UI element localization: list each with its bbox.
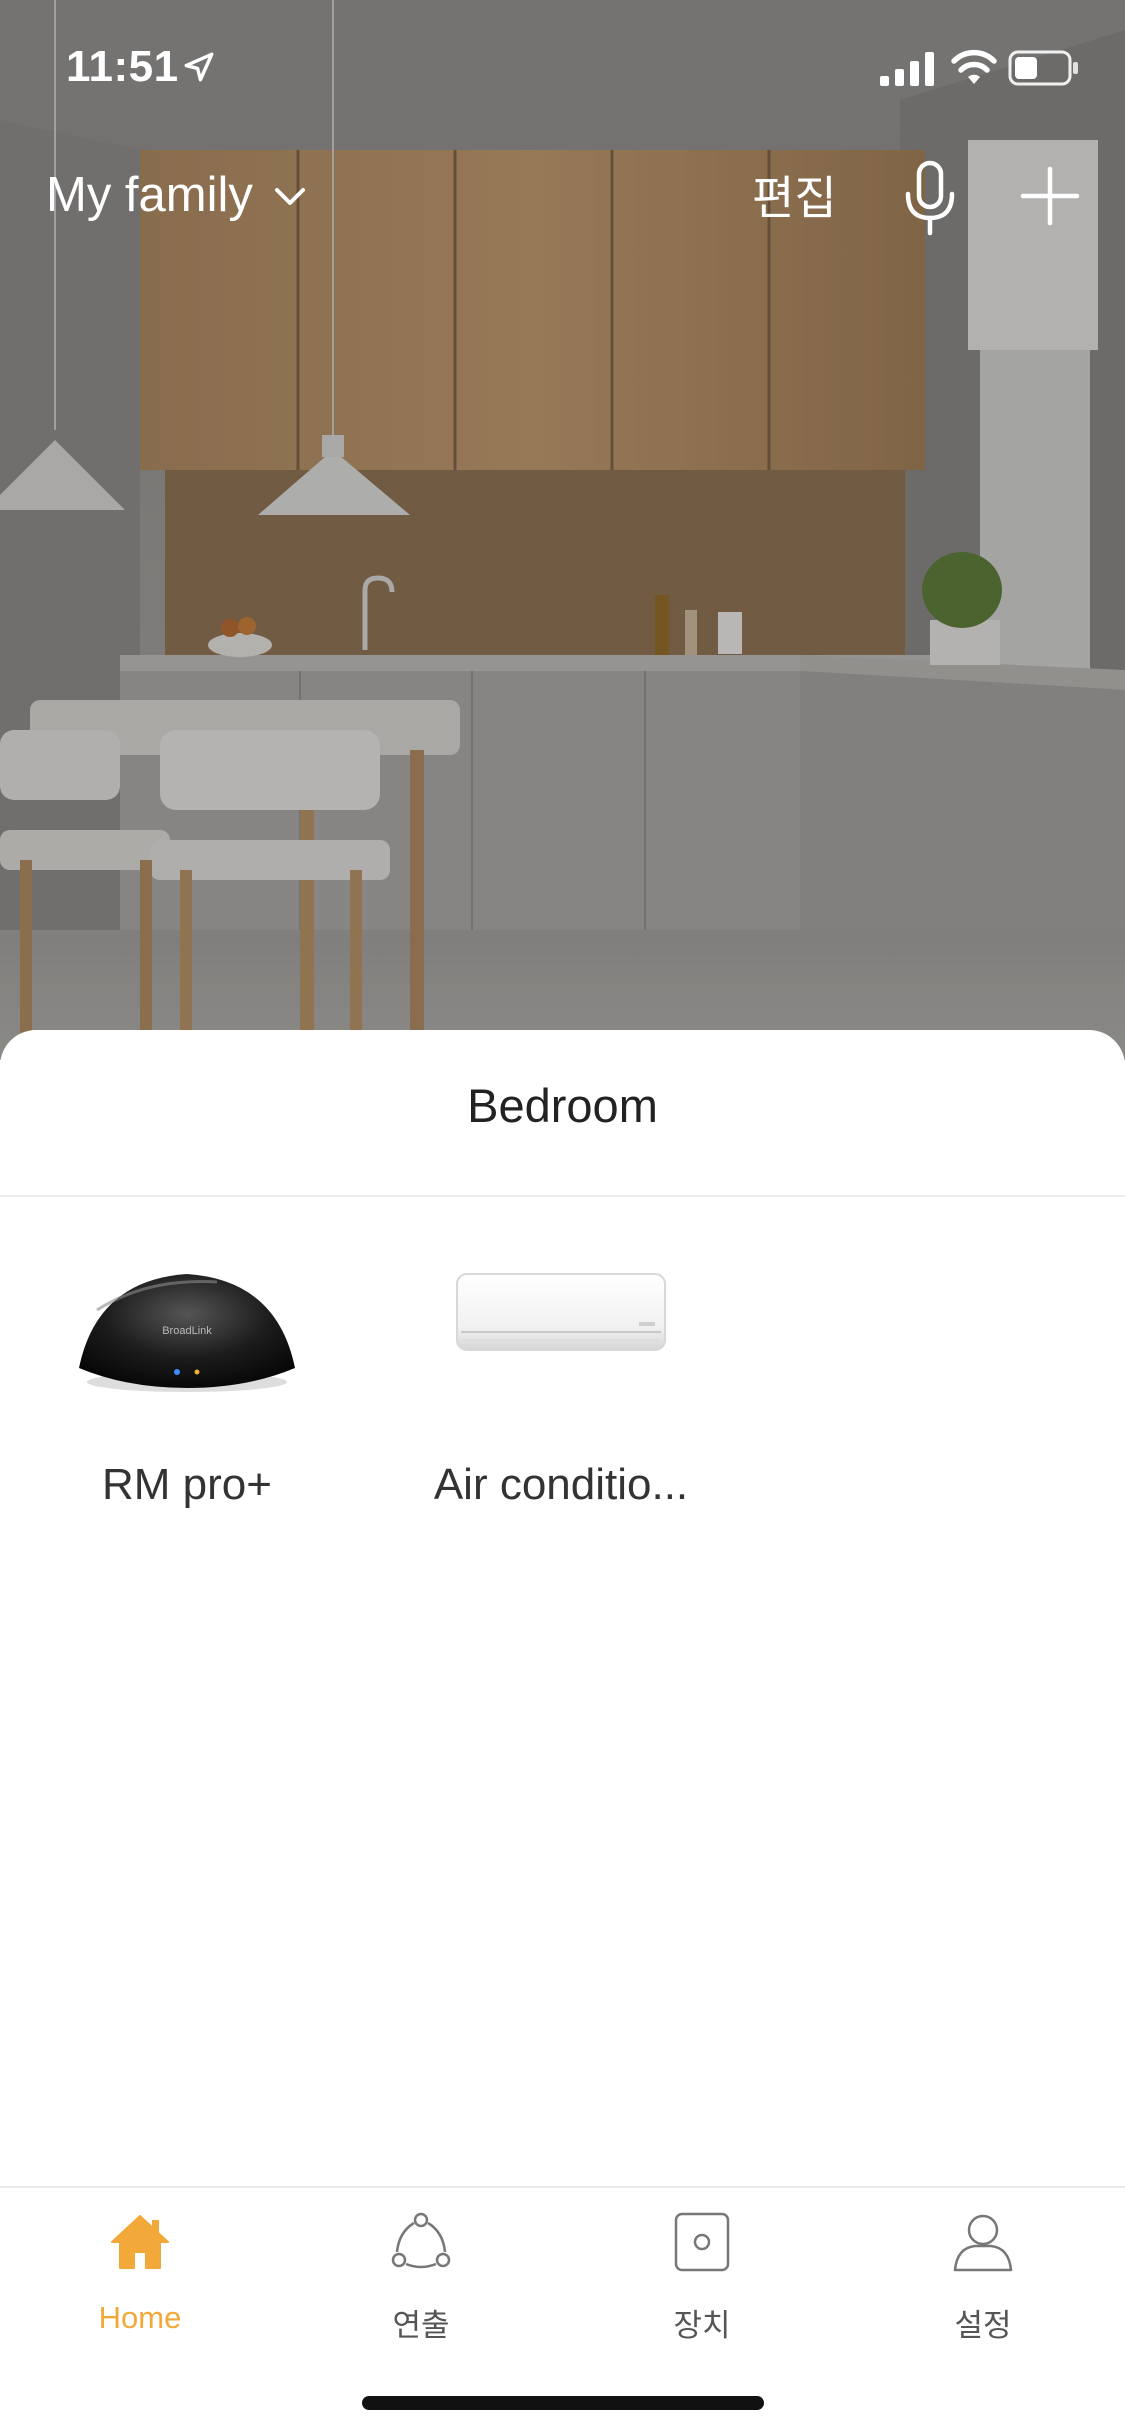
battery-icon [1008,50,1078,86]
status-time: 11:51 [66,42,179,91]
room-sheet: Bedroom BroadLink RM pro+ Air conditio..… [0,1030,1125,2180]
family-name: My family [46,168,253,222]
user-icon [953,2214,1013,2272]
house-icon [111,2215,169,2269]
microphone-icon[interactable] [902,160,958,236]
device-card-air-conditioner[interactable]: Air conditio... [411,1240,711,1540]
status-bar: 11:51 [0,0,1125,132]
rm-pro-hub-image: BroadLink [79,1274,295,1392]
tab-settings[interactable]: 설정 [883,2210,1083,2360]
svg-text:BroadLink: BroadLink [162,1325,212,1337]
room-title: Bedroom [467,1079,658,1132]
tab-devices[interactable]: 장치 [602,2210,802,2360]
tab-label: Home [98,2300,182,2335]
device-name: RM pro+ [102,1460,272,1509]
scene-nodes-icon [391,2212,451,2269]
family-selector[interactable]: My family [46,160,307,230]
device-name: Air conditio... [433,1460,689,1509]
device-icon [674,2212,730,2272]
tab-label: 연출 [392,2308,450,2343]
device-card-rm-pro[interactable]: BroadLink RM pro+ [37,1240,337,1540]
cellular-signal-icon [880,52,934,86]
home-indicator[interactable] [362,2396,764,2410]
plus-icon[interactable] [1020,166,1080,226]
tab-label: 설정 [954,2308,1012,2343]
tab-label: 장치 [673,2308,731,2343]
wifi-icon [951,49,997,84]
location-arrow-icon [184,52,214,82]
chevron-down-icon [274,188,305,205]
edit-button[interactable]: 편집 [752,162,837,228]
tab-scenes[interactable]: 연출 [321,2210,521,2360]
divider [0,1195,1125,1197]
air-conditioner-image [456,1273,666,1351]
room-background-image [0,0,1125,1060]
home-screen: 11:51 My family 편집 Bedroom BroadLink RM … [0,0,1125,2436]
tab-home[interactable]: Home [40,2210,240,2360]
